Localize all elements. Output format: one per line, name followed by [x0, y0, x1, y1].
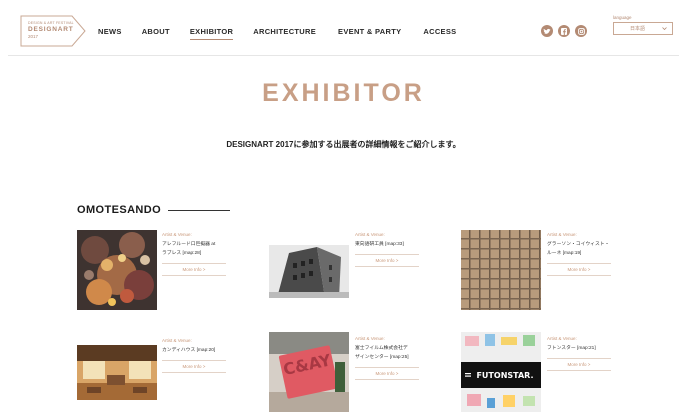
nav-architecture[interactable]: ARCHITECTURE [253, 27, 316, 40]
more-info-button[interactable]: More Info > [162, 263, 226, 277]
more-info-button[interactable]: More Info > [162, 360, 226, 374]
exhibitor-thumbnail[interactable]: FUTONSTAR. [461, 332, 541, 412]
page-title: EXHIBITOR [262, 79, 425, 107]
artist-venue-label: Artist & Venue: [547, 336, 577, 341]
nav-access[interactable]: ACCESS [423, 27, 456, 40]
logo-tagline: DESIGN & ART FESTIVAL [28, 21, 74, 25]
more-info-button[interactable]: More Info > [355, 367, 419, 381]
exhibitor-meta: Artist & Venue: 富士フイルム株式会社デ ザインセンター [map… [355, 336, 419, 381]
artist-venue-label: Artist & Venue: [547, 232, 577, 237]
page-frame: DESIGN & ART FESTIVAL DESIGNART 2017 NEW… [8, 8, 679, 412]
more-info-button[interactable]: More Info > [547, 263, 611, 277]
more-info-button[interactable]: More Info > [547, 358, 611, 372]
facebook-icon[interactable] [558, 25, 570, 37]
artist-venue-label: Artist & Venue: [355, 232, 385, 237]
language-label: language [613, 15, 632, 20]
nav-event-party[interactable]: EVENT & PARTY [338, 27, 401, 40]
exhibitor-thumbnail[interactable] [77, 345, 157, 400]
main-nav: NEWS ABOUT EXHIBITOR ARCHITECTURE EVENT … [98, 27, 456, 40]
twitter-icon[interactable] [541, 25, 553, 37]
exhibitor-thumbnail[interactable] [269, 245, 349, 298]
language-switcher: language 日本語 [613, 15, 673, 35]
exhibitor-meta: Artist & Venue: グラーソン・コイウィスト・ ルーネ [map:1… [547, 232, 611, 277]
exhibitor-title-line: フトンスター [map:21] [547, 346, 596, 351]
language-value: 日本語 [630, 26, 646, 32]
exhibitor-title-line: ラブレス [map:28] [162, 251, 202, 257]
exhibitor-title-line: 東向語研工員 [map:33] [355, 242, 404, 247]
designart-logo[interactable]: DESIGN & ART FESTIVAL DESIGNART 2017 [20, 15, 86, 47]
exhibitor-thumbnail[interactable] [77, 230, 157, 310]
exhibitor-meta: Artist & Venue: フトンスター [map:21] More Inf… [547, 336, 611, 372]
exhibitor-title-line: グラーソン・コイウィスト・ [547, 242, 610, 247]
exhibitor-title: 富士フイルム株式会社デ ザインセンター [map:25] [355, 344, 419, 362]
exhibitor-meta: Artist & Venue: カンディハウス [map:20] More In… [162, 338, 226, 374]
exhibitor-title-line: アレフルード口巨擬器 at [162, 242, 216, 247]
exhibitor-meta: Artist & Venue: アレフルード口巨擬器 at ラブレス [map:… [162, 232, 226, 277]
site-header: DESIGN & ART FESTIVAL DESIGNART 2017 NEW… [8, 8, 679, 56]
exhibitor-title-line: カンディハウス [map:20] [162, 348, 216, 353]
language-select[interactable]: 日本語 [613, 22, 673, 35]
chevron-down-icon [662, 27, 667, 30]
nav-news[interactable]: NEWS [98, 27, 122, 40]
exhibitor-title: グラーソン・コイウィスト・ ルーネ [map:19] [547, 240, 611, 258]
section-header: OMOTESANDO [77, 204, 231, 216]
page-intro: DESIGNART 2017に参加する出展者の詳細情報をご紹介します。 [226, 140, 461, 149]
exhibitor-title-line: ルーネ [map:19] [547, 251, 582, 257]
exhibitor-title-line: ザインセンター [map:25] [355, 355, 409, 361]
exhibitor-title: フトンスター [map:21] [547, 344, 611, 353]
nav-about[interactable]: ABOUT [142, 27, 170, 40]
logo-year: 2017 [28, 34, 39, 39]
section-title: OMOTESANDO [77, 204, 162, 216]
nav-exhibitor[interactable]: EXHIBITOR [189, 27, 234, 40]
exhibitor-title: カンディハウス [map:20] [162, 346, 226, 355]
instagram-icon[interactable] [575, 25, 587, 37]
artist-venue-label: Artist & Venue: [355, 336, 385, 341]
more-info-button[interactable]: More Info > [355, 254, 419, 268]
exhibitor-meta: Artist & Venue: 東向語研工員 [map:33] More Inf… [355, 232, 419, 268]
exhibitor-title: アレフルード口巨擬器 at ラブレス [map:28] [162, 240, 226, 258]
exhibitor-title-line: 富士フイルム株式会社デ [355, 346, 408, 351]
futonstar-wordmark: FUTONSTAR. [476, 371, 533, 380]
exhibitor-thumbnail[interactable] [461, 230, 541, 310]
exhibitor-thumbnail[interactable]: C&AY [269, 332, 349, 412]
social-links [541, 25, 587, 37]
artist-venue-label: Artist & Venue: [162, 338, 192, 343]
logo-wordmark: DESIGNART [28, 26, 74, 33]
exhibitor-title: 東向語研工員 [map:33] [355, 240, 419, 249]
section-divider [168, 209, 231, 211]
artist-venue-label: Artist & Venue: [162, 232, 192, 237]
